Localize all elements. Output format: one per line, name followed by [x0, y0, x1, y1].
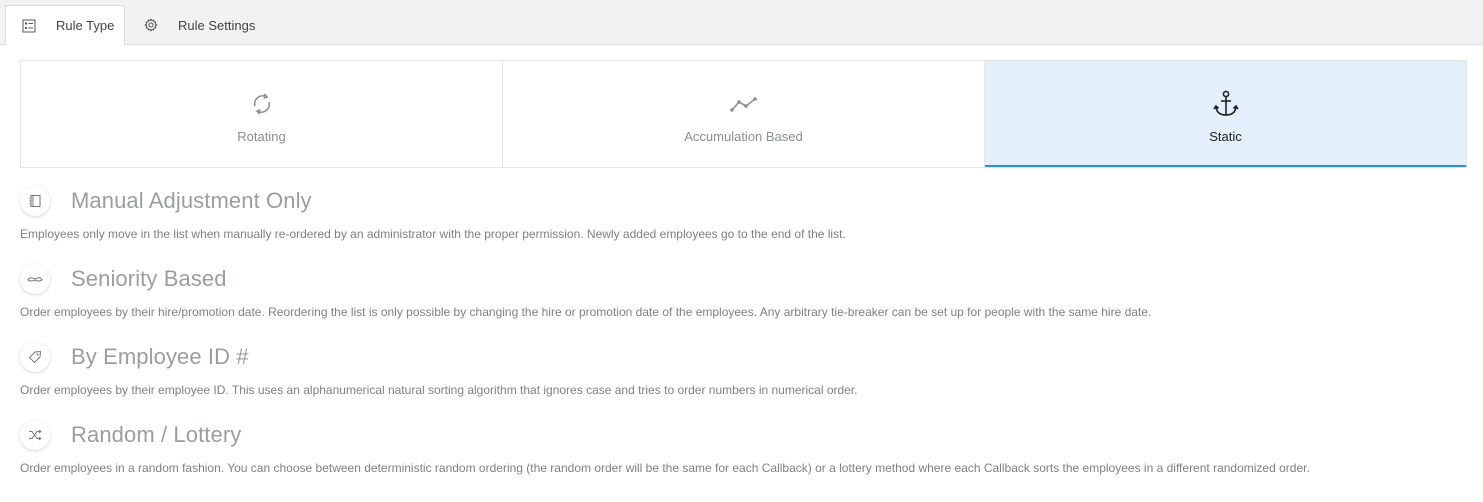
- rule-type-label: Accumulation Based: [684, 129, 803, 144]
- tab-rule-settings[interactable]: Rule Settings: [143, 5, 273, 45]
- option-manual-adjustment-only[interactable]: Manual Adjustment Only Employees only mo…: [20, 186, 1460, 241]
- tab-bar: Rule Type Rule Settings: [0, 0, 1483, 46]
- tab-label: Rule Settings: [178, 17, 256, 33]
- rule-type-rotating[interactable]: Rotating: [21, 61, 503, 167]
- list-icon: [21, 18, 37, 34]
- rotate-icon: [249, 91, 275, 117]
- tab-label: Rule Type: [56, 18, 115, 33]
- rule-type-label: Static: [1209, 129, 1242, 144]
- line-chart-icon: [729, 91, 758, 117]
- option-title: Random / Lottery: [71, 422, 242, 447]
- option-description: Employees only move in the list when man…: [20, 227, 846, 241]
- mustache-icon: [20, 264, 50, 294]
- tag-icon: [20, 342, 50, 372]
- option-description: Order employees by their employee ID. Th…: [20, 383, 858, 397]
- option-description: Order employees in a random fashion. You…: [20, 461, 1310, 475]
- rule-type-static[interactable]: Static: [985, 61, 1466, 167]
- rule-type-label: Rotating: [237, 129, 286, 144]
- rule-type-accumulation-based[interactable]: Accumulation Based: [503, 61, 985, 167]
- option-title: Seniority Based: [71, 266, 227, 291]
- option-random-lottery[interactable]: Random / Lottery Order employees in a ra…: [20, 420, 1460, 475]
- option-by-employee-id[interactable]: By Employee ID # Order employees by thei…: [20, 342, 1460, 397]
- option-description: Order employees by their hire/promotion …: [20, 305, 1152, 319]
- option-title: Manual Adjustment Only: [71, 188, 312, 213]
- anchor-icon: [1212, 90, 1239, 117]
- shuffle-icon: [20, 420, 50, 450]
- notebook-icon: [20, 186, 50, 216]
- option-seniority-based[interactable]: Seniority Based Order employees by their…: [20, 264, 1460, 319]
- option-title: By Employee ID #: [71, 344, 249, 369]
- tab-rule-type[interactable]: Rule Type: [5, 5, 125, 46]
- rule-type-selector: Rotating Accumulation Based Static: [20, 60, 1467, 168]
- gear-icon: [143, 17, 159, 33]
